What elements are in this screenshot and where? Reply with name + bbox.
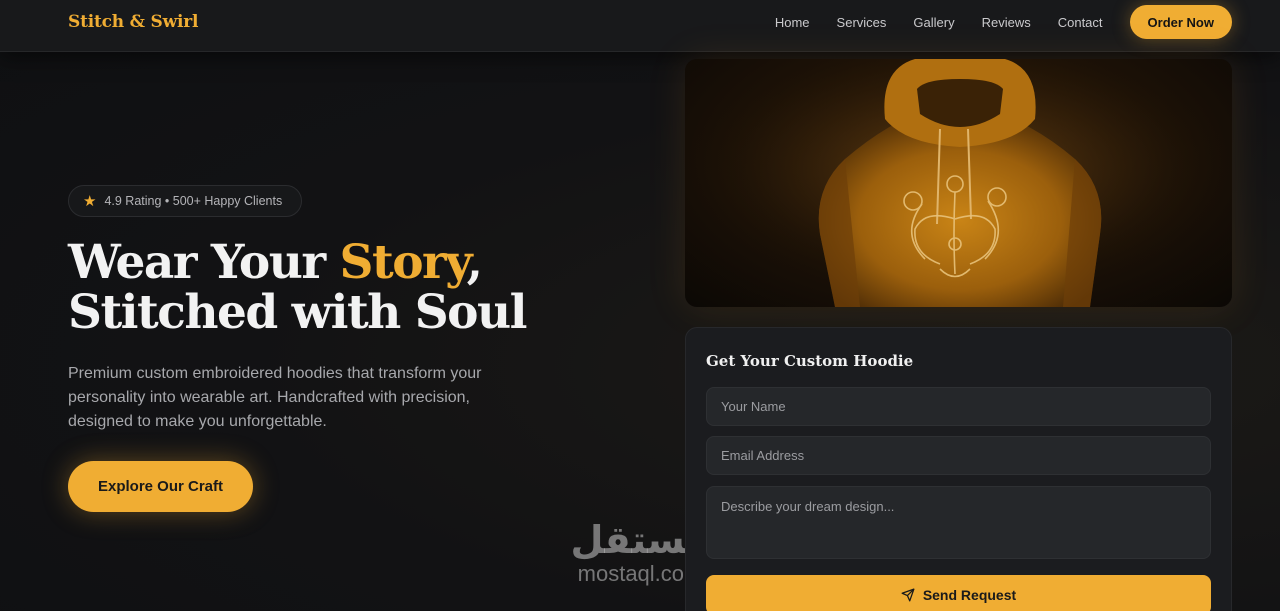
nav-link-home[interactable]: Home <box>775 15 810 30</box>
order-now-button[interactable]: Order Now <box>1129 5 1232 39</box>
rating-badge-text: 4.9 Rating • 500+ Happy Clients <box>104 194 283 208</box>
headline-accent: Story <box>339 235 469 290</box>
explore-craft-button[interactable]: Explore Our Craft <box>68 461 253 512</box>
nav-link-gallery[interactable]: Gallery <box>913 15 954 30</box>
custom-hoodie-form: Get Your Custom Hoodie Send Request <box>685 327 1232 611</box>
hoodie-illustration <box>685 59 1232 307</box>
send-request-label: Send Request <box>922 587 1017 603</box>
send-request-button[interactable]: Send Request <box>706 575 1211 611</box>
nav-link-reviews[interactable]: Reviews <box>982 15 1031 30</box>
name-field[interactable] <box>706 387 1211 426</box>
nav-link-contact[interactable]: Contact <box>1058 15 1103 30</box>
form-title: Get Your Custom Hoodie <box>706 352 914 370</box>
hero-description: Premium custom embroidered hoodies that … <box>68 365 482 430</box>
headline-part2: , <box>466 235 483 290</box>
nav-links: Home Services Gallery Reviews Contact Or… <box>748 5 1232 39</box>
star-icon: ★ <box>83 192 97 210</box>
hero-headline: Wear Your Story, Stitched with Soul <box>68 238 588 338</box>
headline-line2: Stitched with Soul <box>68 285 528 340</box>
nav-link-services[interactable]: Services <box>837 15 887 30</box>
brand-logo[interactable]: Stitch & Swirl <box>68 12 199 32</box>
design-description-field[interactable] <box>706 486 1211 559</box>
email-field[interactable] <box>706 436 1211 475</box>
send-icon <box>901 588 915 602</box>
hero-hoodie-image <box>685 59 1232 307</box>
headline-part1: Wear Your <box>68 235 340 290</box>
navbar: Stitch & Swirl Home Services Gallery Rev… <box>0 0 1280 52</box>
rating-badge: ★ 4.9 Rating • 500+ Happy Clients <box>68 185 302 217</box>
